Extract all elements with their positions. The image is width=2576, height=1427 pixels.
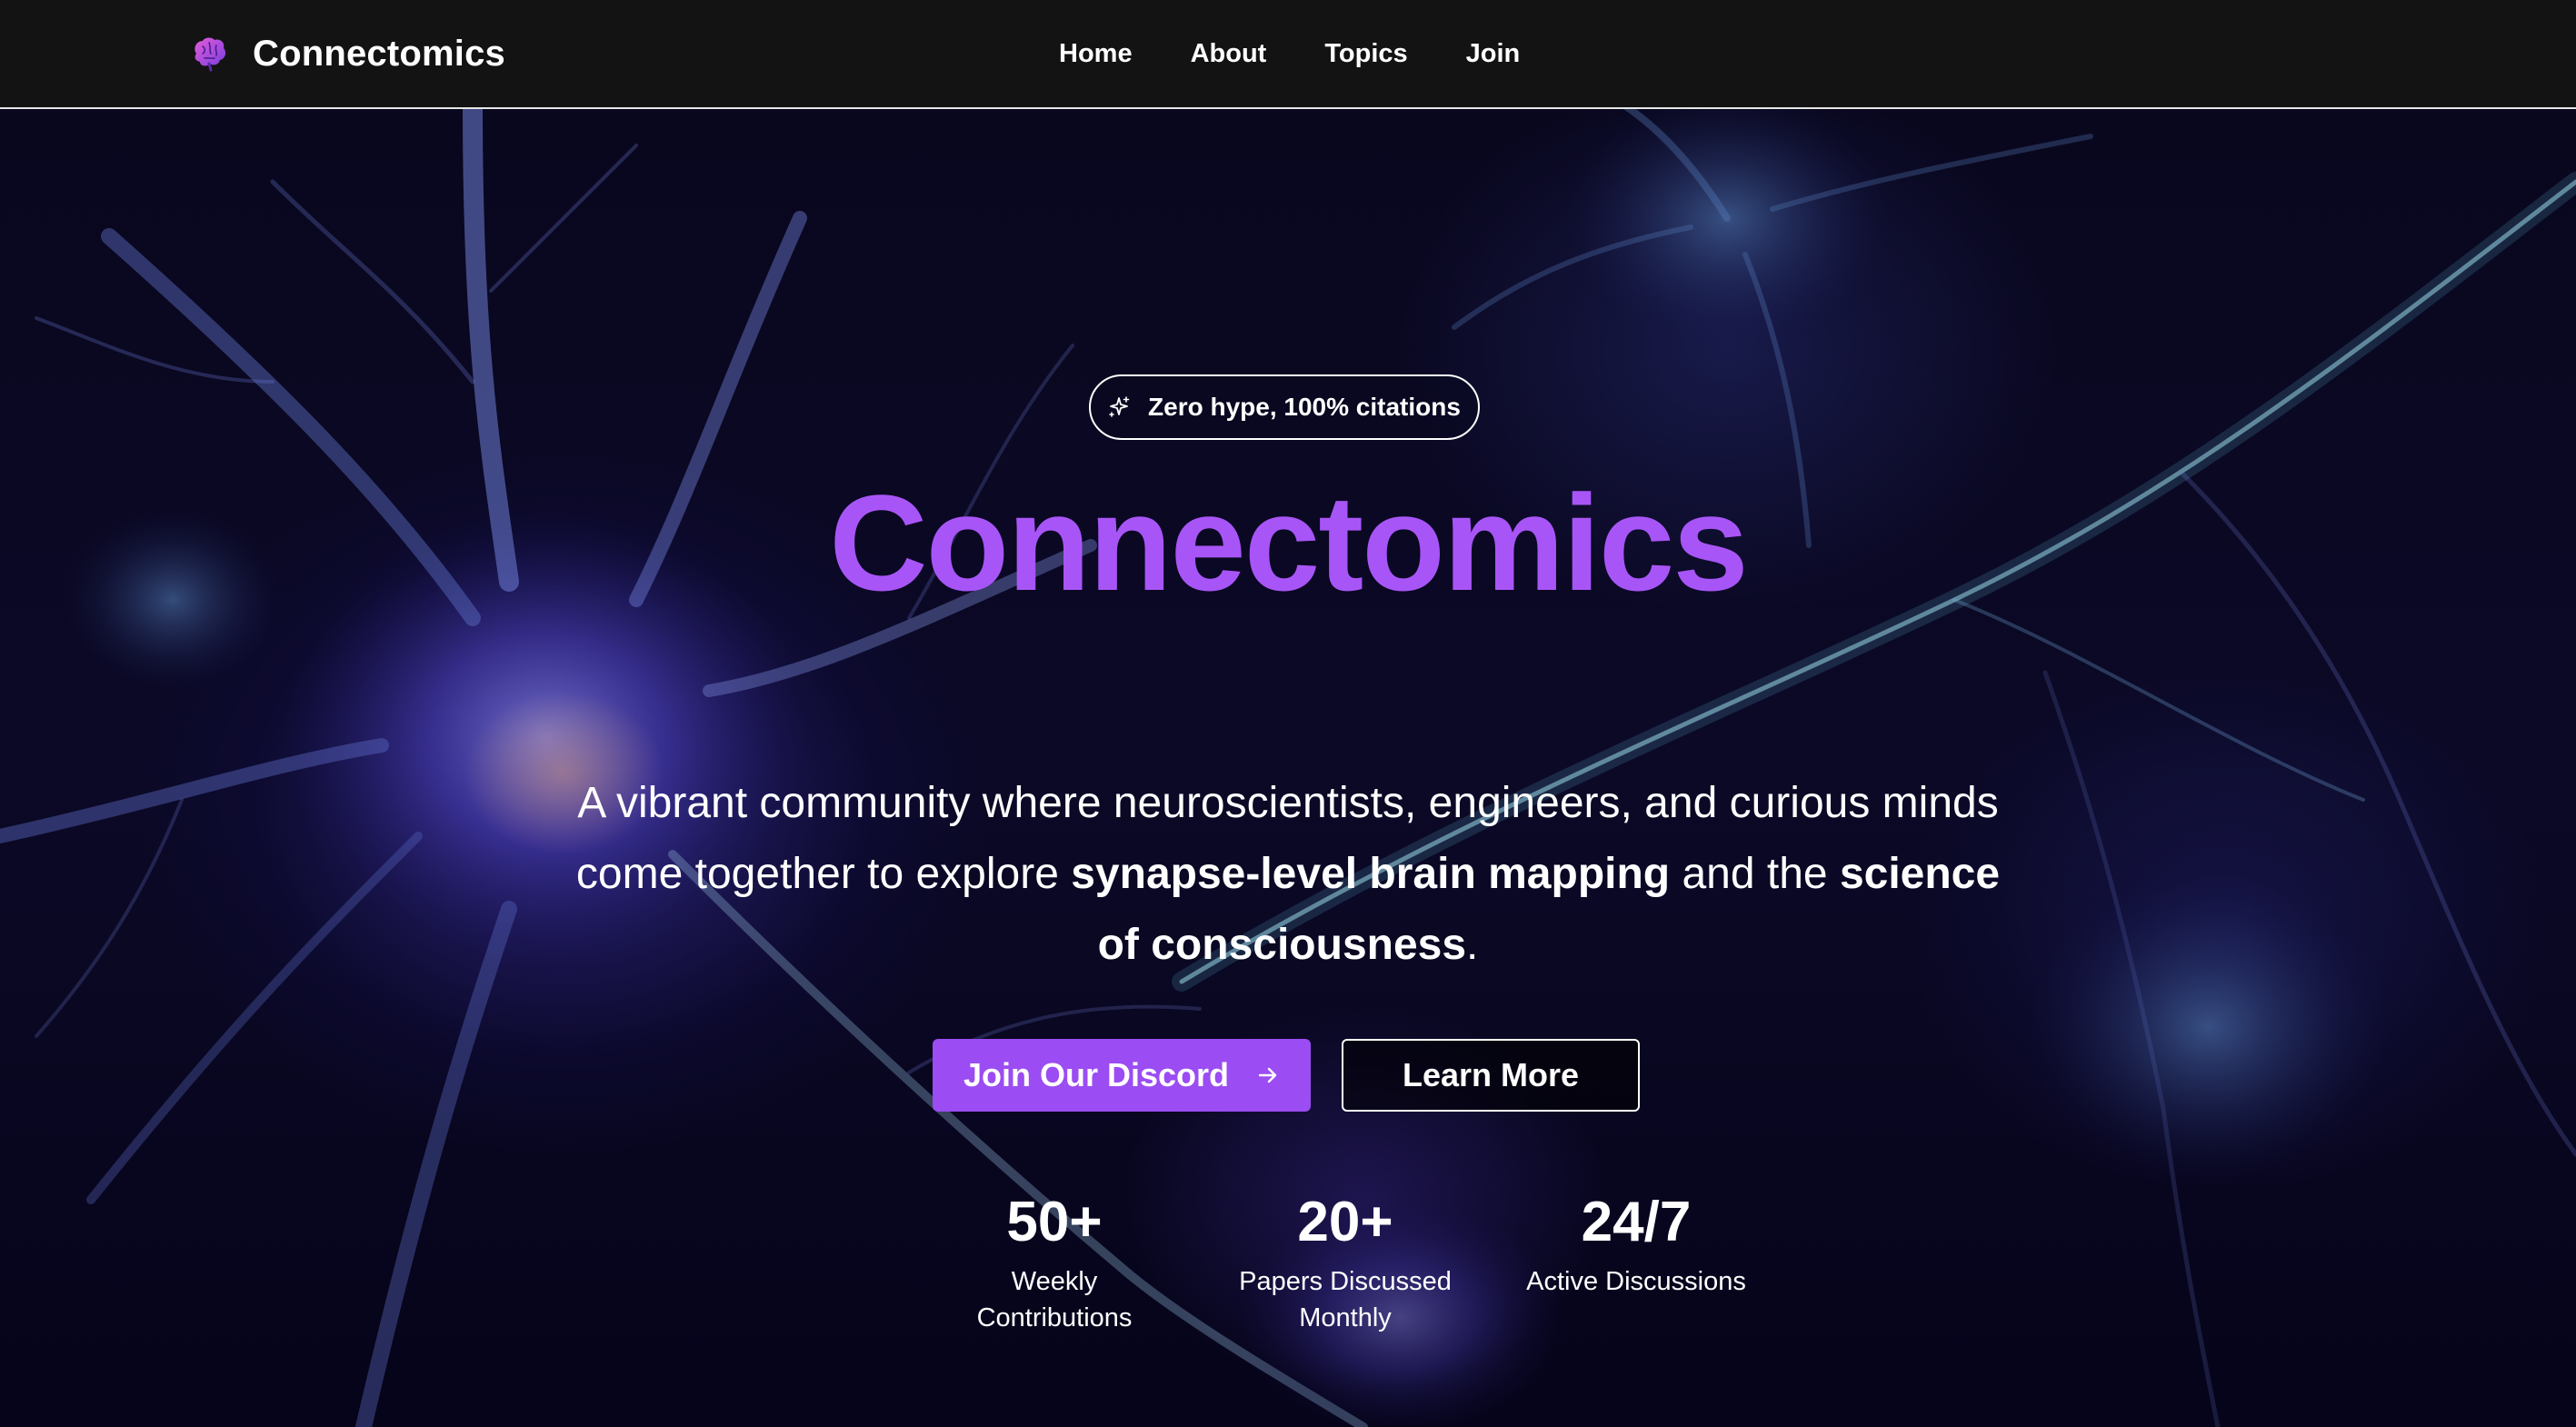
nav-links: Home About Topics Join xyxy=(1059,0,1520,107)
stat-value: 24/7 xyxy=(1581,1191,1692,1253)
join-discord-label: Join Our Discord xyxy=(963,1056,1230,1093)
learn-more-button[interactable]: Learn More xyxy=(1342,1039,1640,1112)
stat-value: 50+ xyxy=(1006,1191,1103,1253)
description-highlight-1: synapse-level brain mapping xyxy=(1071,850,1671,898)
cta-buttons: Join Our Discord Learn More xyxy=(933,1039,1640,1112)
hero-description: A vibrant community where neuroscientist… xyxy=(561,768,2015,981)
brand-name: Connectomics xyxy=(253,33,506,74)
hero-content: Zero hype, 100% citations Connectomics A… xyxy=(0,109,2576,1427)
stat-value: 20+ xyxy=(1297,1191,1393,1253)
stat-label: Weekly Contributions xyxy=(976,1267,1133,1332)
stat-label: Active Discussions xyxy=(1526,1267,1746,1296)
learn-more-label: Learn More xyxy=(1402,1056,1580,1093)
arrow-right-icon xyxy=(1258,1067,1277,1083)
brand-logo-link[interactable]: Connectomics xyxy=(189,0,505,107)
brain-icon xyxy=(195,37,226,72)
stat-papers-discussed: 20+ Papers Discussed Monthly xyxy=(1200,1194,1491,1336)
nav-link-home[interactable]: Home xyxy=(1059,39,1133,69)
stat-label: Papers Discussed Monthly xyxy=(1239,1267,1452,1332)
nav-link-about[interactable]: About xyxy=(1191,39,1267,69)
description-text-3: . xyxy=(1466,921,1479,969)
nav-link-topics[interactable]: Topics xyxy=(1324,39,1407,69)
sparkles-icon xyxy=(1109,396,1130,417)
join-discord-button[interactable]: Join Our Discord xyxy=(933,1039,1311,1112)
top-navbar: Connectomics Home About Topics Join xyxy=(0,0,2576,109)
hero-title: Connectomics xyxy=(829,466,1749,619)
badge-text: Zero hype, 100% citations xyxy=(1148,393,1461,421)
stat-active-discussions: 24/7 Active Discussions xyxy=(1491,1194,1782,1336)
hero-section: Zero hype, 100% citations Connectomics A… xyxy=(0,109,2576,1427)
tagline-badge: Zero hype, 100% citations xyxy=(1089,374,1480,440)
stats-row: 50+ Weekly Contributions 20+ Papers Disc… xyxy=(909,1194,1782,1336)
stat-weekly-contributions: 50+ Weekly Contributions xyxy=(909,1194,1200,1336)
nav-link-join[interactable]: Join xyxy=(1466,39,1521,69)
description-text-2: and the xyxy=(1670,850,1840,898)
